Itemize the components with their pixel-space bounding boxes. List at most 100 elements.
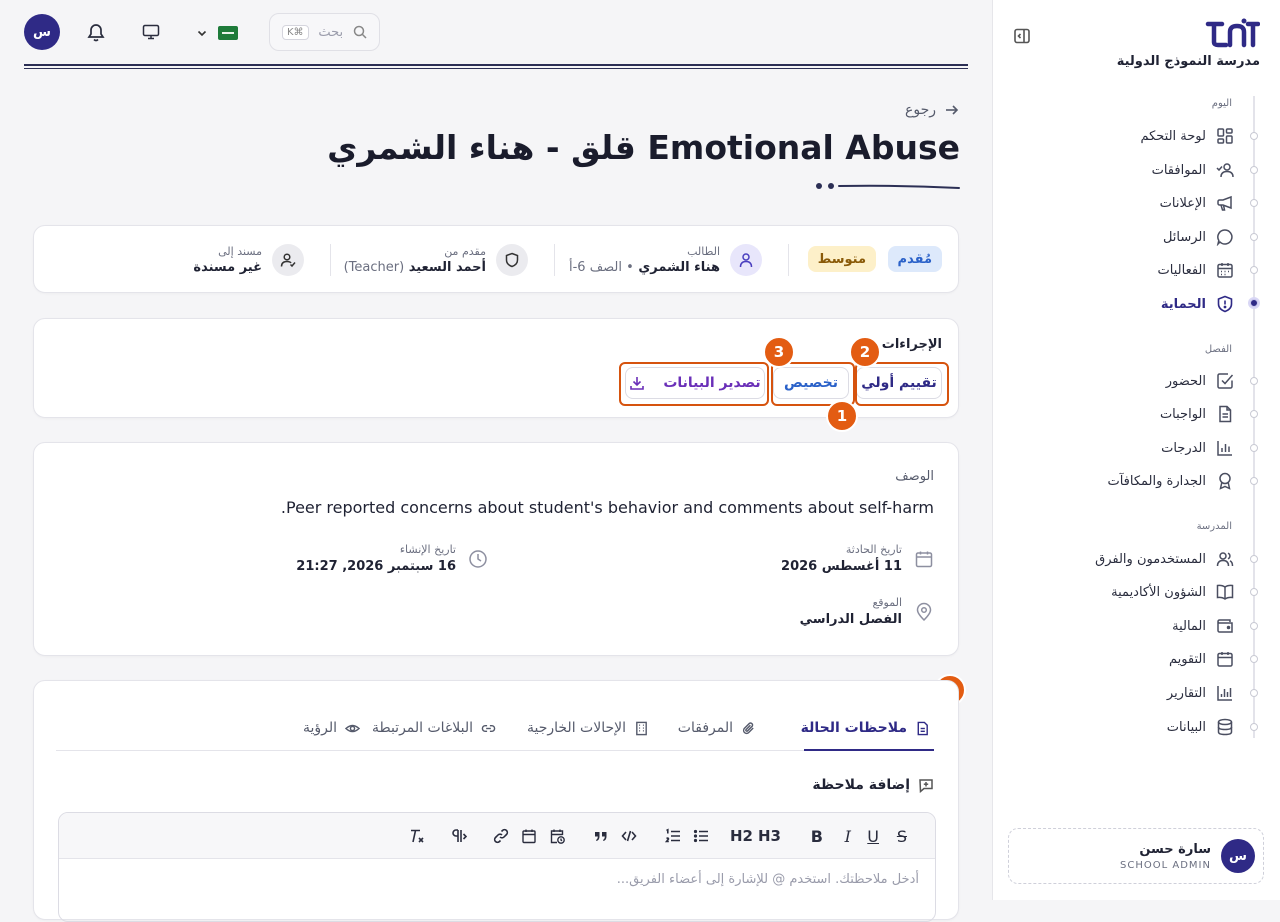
link-insert-icon[interactable] [493, 827, 509, 845]
location-field: الموقع الفصل الدراسي [800, 596, 934, 627]
sidebar-item-safeguarding[interactable]: الحماية [1161, 290, 1234, 318]
calendar-clock-icon[interactable] [549, 827, 565, 845]
award-icon [1219, 472, 1231, 490]
description-text: Peer reported concerns about student's b… [280, 498, 934, 517]
tab-label: الرؤية [302, 720, 337, 736]
sidebar-item-data[interactable]: البيانات [1167, 713, 1234, 741]
sidebar-item-label: الواجبات [1159, 406, 1206, 422]
sidebar-item-reports[interactable]: التقارير [1167, 679, 1234, 707]
bullet-list-icon[interactable] [693, 827, 709, 845]
assigned-to-info: مسند إلى غير مسندة [193, 244, 304, 276]
checkbox-icon [1217, 373, 1234, 389]
actions-card: الإجراءات تقييم أولي تخصيص تصدير البيانا… [33, 318, 959, 418]
sidebar-item-dashboard[interactable]: لوحة التحكم [1140, 122, 1234, 150]
sidebar-item-merit[interactable]: الجدارة والمكافآت [1107, 467, 1234, 495]
collapse-sidebar-icon[interactable] [1013, 27, 1031, 45]
editor-toolbar: S U I B H3 H2 [59, 813, 935, 859]
nav-section-class: الفصل [1204, 344, 1232, 355]
location-value: الفصل الدراسي [799, 612, 902, 627]
sidebar-item-announcements[interactable]: الإعلانات [1160, 189, 1234, 217]
sidebar-item-approvals[interactable]: الموافقات [1152, 156, 1234, 184]
student-label: الطالب [687, 245, 720, 258]
submitted-by-label: مقدم من [444, 245, 486, 258]
sidebar-item-label: الجدارة والمكافآت [1107, 473, 1206, 489]
button-label: تخصيص [784, 375, 838, 391]
back-link[interactable]: رجوع [905, 102, 960, 118]
search-icon [353, 25, 367, 39]
tab-case-notes[interactable]: ملاحظات الحالة [801, 715, 930, 741]
student-info[interactable]: الطالب هناء الشمري • الصف 6-أ [569, 244, 762, 276]
nav-dot [1250, 555, 1258, 563]
numbered-list-icon[interactable] [665, 827, 681, 845]
nav-dot [1250, 233, 1258, 241]
user-name: سارة حسن [1139, 841, 1211, 857]
underline-button[interactable]: U [867, 827, 879, 846]
sidebar-item-label: البيانات [1166, 719, 1206, 735]
note-input-placeholder: أدخل ملاحظتك. استخدم @ للإشارة إلى أعضاء… [616, 872, 919, 887]
tab-visibility[interactable]: الرؤية [303, 715, 360, 741]
monitor-icon[interactable] [142, 24, 160, 40]
severity-badge: متوسط [807, 246, 876, 272]
actions-title: الإجراءات [881, 337, 942, 352]
user-role: SCHOOL ADMIN [1120, 859, 1211, 871]
nav-dot [1250, 723, 1258, 731]
search-input[interactable]: K⌘ بحث [269, 13, 380, 51]
database-icon [1217, 718, 1233, 736]
sidebar-item-homework[interactable]: الواجبات [1160, 400, 1234, 428]
sidebar-item-label: لوحة التحكم [1140, 128, 1206, 144]
user-profile-card[interactable]: س سارة حسن SCHOOL ADMIN [1008, 828, 1264, 884]
nav-dot [1250, 166, 1258, 174]
chart-icon [1217, 686, 1232, 701]
bold-button[interactable]: B [811, 827, 823, 846]
calendar-insert-icon[interactable] [521, 827, 537, 845]
sidebar-item-messages[interactable]: الرسائل [1163, 223, 1234, 251]
heading3-button[interactable]: H3 [758, 827, 781, 845]
location-label: الموقع [872, 596, 902, 609]
sidebar-item-finance[interactable]: المالية [1172, 612, 1234, 640]
sidebar-item-label: الدرجات [1161, 440, 1206, 456]
italic-button[interactable]: I [845, 827, 851, 846]
chevron-down-icon [197, 30, 207, 37]
initial-assessment-button[interactable]: تقييم أولي [856, 367, 942, 399]
document-icon [1219, 405, 1232, 423]
profile-avatar[interactable]: س [24, 14, 60, 50]
sidebar-item-label: المالية [1172, 618, 1206, 634]
strikethrough-button[interactable]: S [897, 827, 907, 846]
language-selector[interactable] [196, 24, 238, 42]
page-title: Emotional Abuse قلق - هناء الشمري [327, 128, 960, 167]
sidebar-item-calendar[interactable]: التقويم [1169, 645, 1234, 673]
assign-button[interactable]: تخصيص [773, 367, 849, 399]
nav-dot [1250, 132, 1258, 140]
sidebar-item-academics[interactable]: الشؤون الأكاديمية [1111, 578, 1234, 606]
sidebar-item-users[interactable]: المستخدمون والفرق [1095, 545, 1234, 573]
sidebar-item-attendance[interactable]: الحضور [1166, 367, 1234, 395]
created-date-field: تاريخ الإنشاء 16 سبتمبر 2026, 21:27 [296, 543, 488, 574]
nav-section-today: اليوم [1211, 98, 1232, 109]
quote-icon[interactable] [593, 827, 609, 845]
back-label: رجوع [904, 102, 936, 118]
note-editor[interactable]: S U I B H3 H2 أدخل ملاحظتك. استخدم @ للإ… [58, 812, 936, 922]
clear-format-icon[interactable] [409, 827, 425, 845]
tab-linked-reports[interactable]: البلاغات المرتبطة [372, 715, 496, 741]
created-date-value: 16 سبتمبر 2026, 21:27 [296, 559, 456, 574]
sidebar-item-grades[interactable]: الدرجات [1161, 434, 1234, 462]
tab-label: ملاحظات الحالة [800, 720, 907, 736]
user-check-icon [1216, 163, 1234, 178]
button-label: تصدير البيانات [663, 375, 761, 391]
tab-attachments[interactable]: المرفقات [678, 715, 756, 741]
heading2-button[interactable]: H2 [730, 827, 753, 845]
sidebar-item-events[interactable]: الفعاليات [1158, 256, 1234, 284]
export-data-button[interactable]: تصدير البيانات [625, 367, 765, 399]
case-details-card: الوصف Peer reported concerns about stude… [33, 442, 959, 656]
sidebar-item-label: الإعلانات [1159, 195, 1206, 211]
code-icon[interactable] [621, 827, 637, 845]
submitted-by-role: (Teacher) [343, 260, 405, 275]
sidebar: مدرسة النموذج الدولية اليوم الفصل المدرس… [992, 0, 1280, 900]
saudi-flag-icon [218, 26, 238, 40]
file-text-icon [917, 721, 928, 735]
nav-section-school: المدرسة [1196, 521, 1232, 532]
bell-icon[interactable] [86, 22, 106, 42]
sidebar-item-label: الشؤون الأكاديمية [1111, 584, 1206, 600]
tab-external-referrals[interactable]: الإحالات الخارجية [527, 715, 649, 741]
paragraph-direction-icon[interactable] [451, 827, 467, 845]
